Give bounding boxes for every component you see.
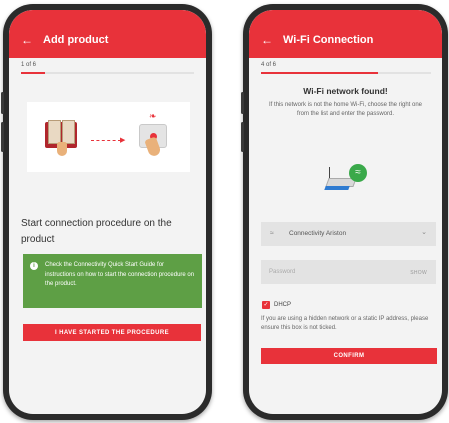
app-bar: ← Wi-Fi Connection	[249, 10, 442, 58]
add-product-screen: ← Add product 1 of 6 ▶ ❧ Start connectio…	[9, 10, 206, 414]
wifi-icon: ≈	[270, 230, 274, 237]
hand-icon	[57, 142, 67, 156]
wireless-signal-icon: ❧	[149, 111, 157, 121]
progress-fill	[21, 72, 45, 74]
volume-key	[1, 92, 4, 114]
show-password-toggle[interactable]: SHOW	[410, 270, 427, 276]
network-found-title: Wi-Fi network found!	[303, 86, 388, 96]
section-heading: Start connection procedure on the produc…	[21, 218, 172, 245]
app-bar: ← Add product	[9, 10, 206, 58]
info-box: i Check the Connectivity Quick Start Gui…	[23, 254, 202, 308]
phone-left: ← Add product 1 of 6 ▶ ❧ Start connectio…	[1, 4, 212, 420]
wifi-connection-screen: ← Wi-Fi Connection 4 of 6 Wi-Fi network …	[249, 10, 442, 414]
progress-bar	[21, 72, 194, 74]
router-base-stripe	[324, 186, 350, 190]
info-text: Check the Connectivity Quick Start Guide…	[45, 262, 195, 287]
wifi-found-icon: ≈	[349, 164, 367, 182]
confirm-button[interactable]: CONFIRM	[261, 348, 437, 364]
page-title: Wi-Fi Connection	[283, 34, 374, 46]
selected-network: Connectivity Ariston	[289, 230, 347, 237]
back-arrow-icon[interactable]: ←	[261, 34, 273, 46]
dhcp-label: DHCP	[274, 302, 292, 308]
volume-key	[1, 122, 4, 152]
connection-illustration: ▶ ❧	[27, 102, 190, 172]
book-page-right	[62, 120, 75, 144]
info-icon: i	[30, 262, 38, 270]
dhcp-note: If you are using a hidden network or a s…	[261, 316, 429, 331]
phone-right: ← Wi-Fi Connection 4 of 6 Wi-Fi network …	[241, 4, 448, 420]
progress-bar	[261, 72, 431, 74]
network-found-description: If this network is not the home Wi-Fi, c…	[268, 102, 423, 117]
password-field[interactable]: Password SHOW	[261, 260, 436, 284]
started-procedure-button[interactable]: I HAVE STARTED THE PROCEDURE	[23, 324, 201, 341]
dhcp-checkbox[interactable]: ✓	[262, 301, 270, 309]
back-arrow-icon[interactable]: ←	[21, 34, 33, 46]
password-placeholder: Password	[269, 269, 296, 275]
step-indicator: 1 of 6	[21, 62, 37, 68]
step-indicator: 4 of 6	[261, 62, 277, 68]
book-page-left	[48, 120, 61, 144]
progress-fill	[261, 72, 378, 74]
arrow-head-icon: ▶	[120, 137, 126, 144]
volume-key	[241, 122, 244, 152]
network-select[interactable]: ≈ Connectivity Ariston ⌄	[261, 222, 436, 246]
volume-key	[241, 92, 244, 114]
page-title: Add product	[43, 34, 109, 46]
chevron-down-icon: ⌄	[421, 229, 427, 236]
dashed-arrow	[91, 140, 121, 141]
